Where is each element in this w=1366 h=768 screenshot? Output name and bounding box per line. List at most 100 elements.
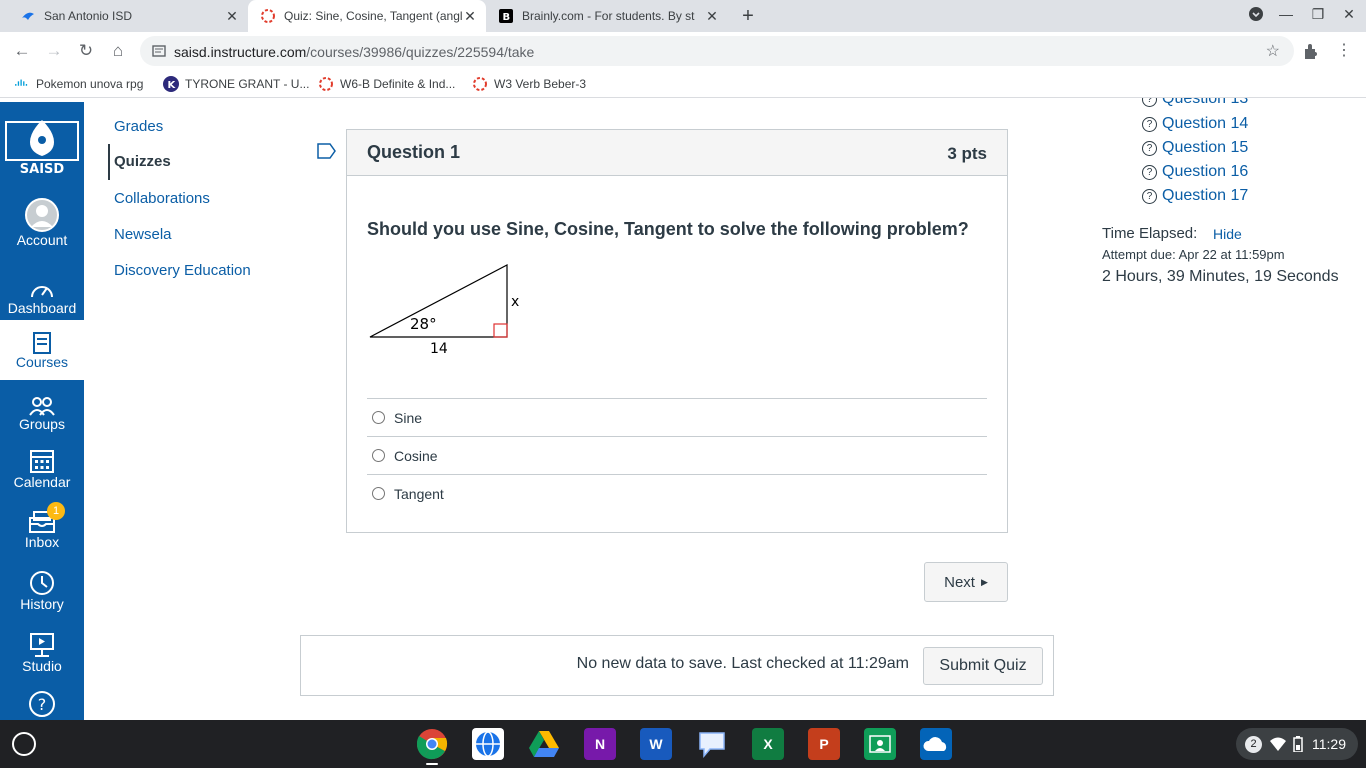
minimize-icon[interactable]: — bbox=[1276, 6, 1296, 22]
home-icon[interactable]: ⌂ bbox=[107, 40, 129, 62]
global-nav-help[interactable]: ? bbox=[0, 688, 84, 720]
wifi-icon bbox=[1269, 736, 1287, 757]
word-icon[interactable]: W bbox=[640, 728, 672, 760]
global-nav-label: Calendar bbox=[13, 474, 71, 490]
tab-brainly[interactable]: B Brainly.com - For students. By st ✕ bbox=[486, 0, 728, 32]
restore-icon[interactable]: ❐ bbox=[1308, 6, 1328, 23]
bookmark-tyrone-grant[interactable]: K TYRONE GRANT - U... bbox=[163, 76, 309, 92]
chrome-icon[interactable] bbox=[416, 728, 448, 760]
bookmark-label: W6-B Definite & Ind... bbox=[340, 77, 456, 91]
question-link-label: Question 17 bbox=[1162, 187, 1249, 204]
answer-label: Sine bbox=[394, 409, 423, 426]
question-link-label: Question 15 bbox=[1162, 139, 1249, 156]
chrome-menu-icon[interactable]: ⋮ bbox=[1336, 40, 1352, 60]
course-nav-collaborations[interactable]: Collaborations bbox=[108, 190, 210, 207]
onenote-icon[interactable]: N bbox=[584, 728, 616, 760]
logo-text: SAISD bbox=[20, 162, 65, 176]
global-nav-calendar[interactable]: Calendar bbox=[0, 442, 84, 506]
extensions-icon[interactable] bbox=[1302, 42, 1320, 65]
question-link-15[interactable]: ? Question 15 bbox=[1142, 139, 1248, 157]
course-nav-discovery-education[interactable]: Discovery Education bbox=[108, 262, 251, 279]
onedrive-icon[interactable] bbox=[920, 728, 952, 760]
attempt-due: Attempt due: Apr 22 at 11:59pm bbox=[1102, 247, 1285, 262]
close-tab-icon[interactable]: ✕ bbox=[224, 8, 240, 25]
powerpoint-icon[interactable]: P bbox=[808, 728, 840, 760]
bookmarks-bar: Pokemon unova rpg K TYRONE GRANT - U... … bbox=[0, 70, 1366, 98]
network-icon[interactable] bbox=[472, 728, 504, 760]
reload-icon[interactable]: ↻ bbox=[75, 40, 97, 62]
svg-text:K: K bbox=[168, 80, 177, 91]
excel-icon[interactable]: X bbox=[752, 728, 784, 760]
tab-quiz[interactable]: Quiz: Sine, Cosine, Tangent (angl ✕ bbox=[248, 0, 486, 32]
svg-text:B: B bbox=[503, 12, 511, 23]
question-link-partial-wrap: ? Question 13 bbox=[1142, 98, 1342, 114]
question-header: Question 1 3 pts bbox=[347, 130, 1007, 176]
help-icon: ? bbox=[0, 688, 84, 718]
answer-label: Tangent bbox=[394, 485, 444, 502]
close-tab-icon[interactable]: ✕ bbox=[462, 8, 478, 25]
global-nav-label: Groups bbox=[19, 416, 65, 432]
global-nav-account[interactable]: Account bbox=[0, 196, 84, 258]
submit-quiz-button[interactable]: Submit Quiz bbox=[923, 647, 1043, 685]
classroom-icon[interactable] bbox=[864, 728, 896, 760]
inbox-unread-badge: 1 bbox=[47, 502, 65, 520]
answer-radio[interactable] bbox=[372, 449, 385, 462]
global-nav-label: Inbox bbox=[24, 534, 60, 550]
notification-count[interactable]: 2 bbox=[1245, 736, 1262, 753]
browser-toolbar: ← → ↻ ⌂ saisd.instructure.com/courses/39… bbox=[0, 32, 1366, 70]
chat-icon[interactable] bbox=[696, 728, 728, 760]
flag-question-icon[interactable] bbox=[317, 143, 337, 164]
angle-label: 28° bbox=[410, 315, 437, 333]
groups-icon bbox=[0, 386, 84, 416]
question-link-label: Question 14 bbox=[1162, 115, 1249, 132]
question-link-17[interactable]: ? Question 17 bbox=[1142, 187, 1248, 205]
course-nav-quizzes[interactable]: Quizzes bbox=[108, 144, 171, 180]
global-nav-studio[interactable]: Studio bbox=[0, 626, 84, 690]
course-nav-grades[interactable]: Grades bbox=[108, 118, 163, 135]
address-bar[interactable]: saisd.instructure.com/courses/39986/quiz… bbox=[140, 36, 1294, 66]
next-button[interactable]: Next ▶ bbox=[924, 562, 1008, 602]
close-window-icon[interactable]: ✕ bbox=[1339, 6, 1359, 23]
canvas-icon bbox=[472, 76, 488, 92]
url-path: /courses/39986/quizzes/225594/take bbox=[306, 44, 535, 60]
question-link-14[interactable]: ? Question 14 bbox=[1142, 115, 1248, 133]
global-nav-history[interactable]: History bbox=[0, 564, 84, 628]
tab-title: Brainly.com - For students. By st bbox=[522, 9, 695, 23]
global-nav-groups[interactable]: Groups bbox=[0, 386, 84, 446]
answer-tangent[interactable]: Tangent bbox=[367, 474, 987, 512]
battery-icon bbox=[1293, 736, 1303, 757]
bookmark-w6b[interactable]: W6-B Definite & Ind... bbox=[318, 76, 455, 92]
global-navigation: SAISD Account Dashboard Courses Groups C… bbox=[0, 102, 84, 720]
bookmark-label: TYRONE GRANT - U... bbox=[185, 77, 310, 91]
answer-sine[interactable]: Sine bbox=[367, 398, 987, 436]
saisd-logo[interactable]: SAISD bbox=[0, 116, 84, 180]
global-nav-inbox[interactable]: 1 Inbox bbox=[0, 502, 84, 566]
status-tray[interactable]: 2 11:29 bbox=[1236, 728, 1358, 760]
answer-radio[interactable] bbox=[372, 487, 385, 500]
tab-san-antonio-isd[interactable]: San Antonio ISD ✕ bbox=[0, 0, 248, 32]
global-nav-label: Studio bbox=[22, 658, 62, 674]
answer-radio[interactable] bbox=[372, 411, 385, 424]
right-angle-marker bbox=[493, 323, 508, 338]
answer-cosine[interactable]: Cosine bbox=[367, 436, 987, 474]
global-nav-courses[interactable]: Courses bbox=[0, 320, 84, 380]
calendar-icon bbox=[0, 442, 84, 474]
forward-icon[interactable]: → bbox=[43, 40, 65, 62]
side-label: x bbox=[511, 294, 519, 310]
site-info-icon[interactable] bbox=[152, 44, 166, 63]
inbox-icon bbox=[0, 502, 84, 534]
bookmark-star-icon[interactable]: ☆ bbox=[1266, 41, 1280, 61]
launcher-icon[interactable] bbox=[12, 732, 36, 756]
url-text: saisd.instructure.com/courses/39986/quiz… bbox=[174, 44, 534, 60]
hide-timer-link[interactable]: Hide bbox=[1213, 226, 1242, 242]
new-tab-icon[interactable]: + bbox=[736, 4, 760, 28]
bookmark-w3-verb[interactable]: W3 Verb Beber-3 bbox=[472, 76, 586, 92]
bookmark-pokemon[interactable]: Pokemon unova rpg bbox=[14, 76, 143, 92]
back-icon[interactable]: ← bbox=[11, 40, 33, 62]
tab-search-icon[interactable] bbox=[1246, 6, 1266, 25]
question-link-13[interactable]: ? Question 13 bbox=[1142, 98, 1248, 108]
drive-icon[interactable] bbox=[528, 728, 560, 760]
close-tab-icon[interactable]: ✕ bbox=[704, 8, 720, 25]
question-link-16[interactable]: ? Question 16 bbox=[1142, 163, 1248, 181]
course-nav-newsela[interactable]: Newsela bbox=[108, 226, 172, 243]
